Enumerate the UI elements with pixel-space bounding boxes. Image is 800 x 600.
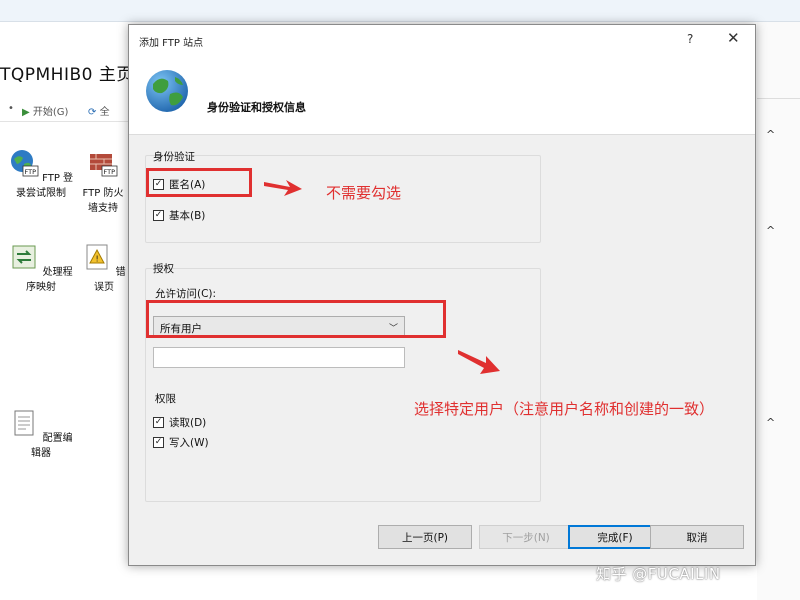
basic-label: 基本(B) [169,210,206,222]
add-ftp-site-dialog: 添加 FTP 站点 ? ✕ 身份验证和授权信息 身份验证 ✓ 匿名(A) ✓ 基… [128,24,756,566]
write-checkbox[interactable]: ✓ 写入(W) [153,435,209,450]
dialog-heading: 身份验证和授权信息 [207,101,306,114]
previous-button[interactable]: 上一页(P) [378,525,472,549]
help-button[interactable]: ? [687,32,693,46]
dialog-title: 添加 FTP 站点 [139,38,204,49]
finish-button[interactable]: 完成(F) [568,525,662,549]
close-button[interactable]: ✕ [727,29,740,47]
refresh-icon: ⟳ [88,107,97,118]
authorization-group-label: 授权 [153,263,174,275]
collapse-caret-icon[interactable]: ^ [766,224,775,237]
next-button[interactable]: 下一步(N) [479,525,573,549]
basic-checkbox[interactable]: ✓ 基本(B) [153,208,205,223]
write-label: 写入(W) [169,437,209,449]
background-show-all-button[interactable]: ⟳ 全 [88,103,110,118]
ftp-firewall-icon: FTP [90,154,118,177]
background-page-title: TQPMHIB0 主页 [0,65,134,85]
read-checkbox[interactable]: ✓ 读取(D) [153,415,206,430]
config-editor-icon [14,410,34,436]
dialog-header: 身份验证和授权信息 [129,55,755,135]
globe-icon [146,70,188,112]
permissions-label: 权限 [155,393,176,405]
annotation-highlight-anonymous [146,168,252,197]
collapse-caret-icon[interactable]: ^ [766,416,775,429]
ftp-globe-icon: FTP [10,150,39,177]
annotation-no-check-text: 不需要勾选 [326,184,402,202]
svg-text:!: ! [96,255,99,264]
background-tool-dot: • [8,103,14,114]
error-page-icon: ! [86,244,108,270]
zhihu-watermark: 知乎 @FUCAILIN [596,565,721,583]
checkbox-check-icon: ✓ [153,437,164,448]
feature-error-pages[interactable]: ! 错误页 [80,242,128,295]
annotation-select-user-text: 选择特定用户（注意用户名称和创建的一致） [414,400,715,418]
collapse-caret-icon[interactable]: ^ [766,128,775,141]
authentication-group-label: 身份验证 [153,151,195,163]
checkbox-check-icon: ✓ [153,210,164,221]
dialog-titlebar: 添加 FTP 站点 ? ✕ [129,25,755,55]
feature-ftp-logon-attempt[interactable]: FTP FTP 登录尝试限制 [6,148,76,201]
svg-text:FTP: FTP [104,168,116,176]
feature-ftp-firewall[interactable]: FTP FTP 防火墙支持 [78,148,128,216]
read-label: 读取(D) [169,417,207,429]
allow-access-label: 允许访问(C): [155,288,217,300]
feature-handler-mappings[interactable]: 处理程序映射 [6,242,76,295]
background-toolbar [0,98,140,122]
arrow-right-icon [264,180,302,196]
background-actions-pane [757,22,800,600]
play-icon: ▶ [22,107,30,118]
background-window-strip [0,0,800,22]
specific-users-input[interactable] [153,347,405,368]
checkbox-check-icon: ✓ [153,417,164,428]
cancel-button[interactable]: 取消 [650,525,744,549]
svg-text:FTP: FTP [24,168,36,176]
annotation-highlight-allow-access [146,300,446,338]
arrow-down-right-icon [458,350,500,374]
background-start-button[interactable]: ▶ 开始(G) [22,103,68,118]
handler-mappings-icon [12,245,36,269]
background-actions-divider [757,98,800,99]
feature-config-editor[interactable]: 配置编辑器 [6,408,76,461]
